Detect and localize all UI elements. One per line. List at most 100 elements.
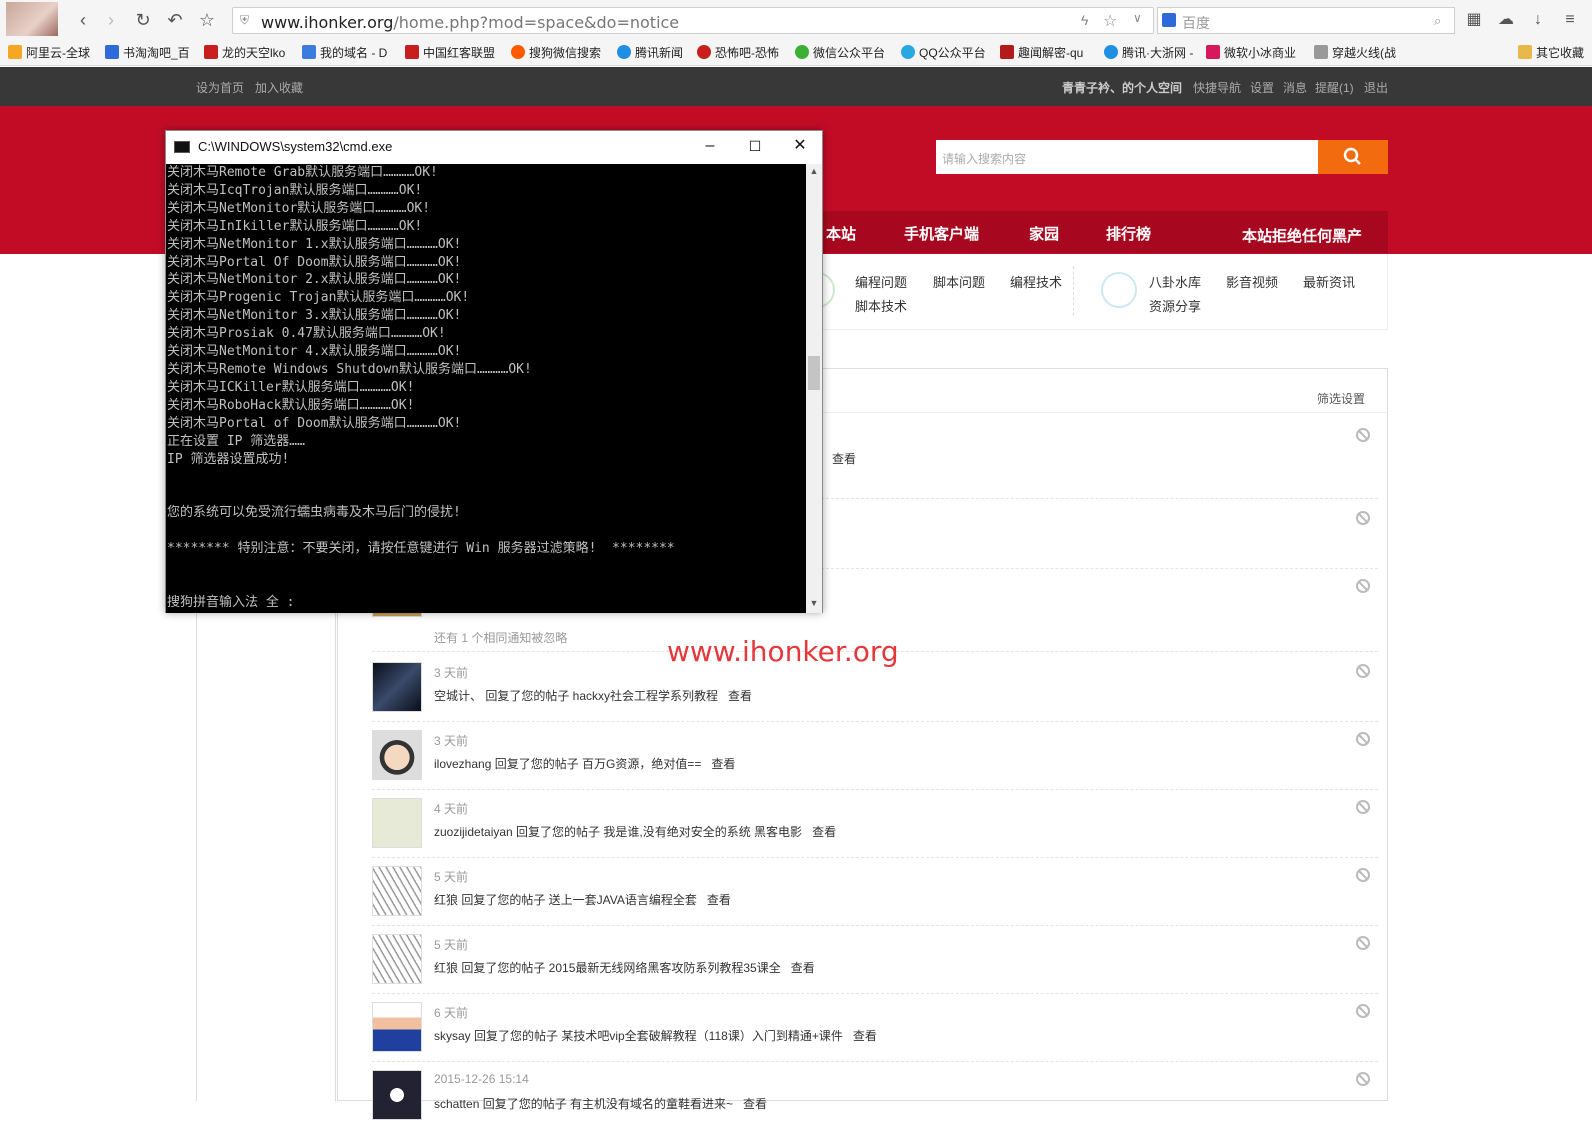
avatar[interactable] (372, 866, 422, 916)
avatar[interactable] (372, 1070, 422, 1120)
bookmark-item[interactable]: 微信公众平台 (795, 44, 885, 61)
bookmark-label: 穿越火线(战 (1332, 46, 1396, 60)
ignore-icon[interactable] (1356, 579, 1370, 593)
cloud-icon[interactable]: ☁ (1496, 10, 1516, 30)
view-link[interactable]: 查看 (791, 961, 815, 975)
ignore-icon[interactable] (1356, 732, 1370, 746)
ignore-icon[interactable] (1356, 511, 1370, 525)
cmd-window[interactable]: C:\WINDOWS\system32\cmd.exe – ☐ ✕ 关闭木马Re… (165, 130, 823, 613)
bookmark-item[interactable]: QQ公众平台 (901, 44, 986, 61)
avatar[interactable] (372, 798, 422, 848)
console-line: 关闭木马RoboHack默认服务端口…………OK! (167, 397, 415, 413)
category-link[interactable]: 脚本技术 (855, 296, 907, 315)
view-link[interactable]: 查看 (832, 450, 856, 467)
scroll-down-icon[interactable]: ▼ (808, 598, 820, 608)
ignore-icon[interactable] (1356, 428, 1370, 442)
avatar[interactable] (372, 934, 422, 984)
view-link[interactable]: 查看 (853, 1029, 877, 1043)
nav-item-home[interactable]: 家园 (1029, 223, 1059, 244)
nav-item-site[interactable]: 本站 (826, 223, 856, 244)
category-link[interactable]: 编程技术 (1010, 272, 1062, 291)
close-icon[interactable]: ✕ (789, 135, 811, 157)
scroll-up-icon[interactable]: ▲ (808, 166, 820, 176)
console-line: 关闭木马Prosiak 0.47默认服务端口…………OK! (167, 326, 446, 342)
category-link[interactable]: 编程问题 (855, 272, 907, 291)
site-info-icon[interactable]: ⛨ (240, 13, 249, 28)
set-homepage-link[interactable]: 设为首页 (196, 79, 244, 96)
user-space-link[interactable]: 青青子衿、的个人空间 (1062, 79, 1182, 96)
view-link[interactable]: 查看 (728, 689, 752, 703)
favorite-star-icon[interactable]: ☆ (1103, 11, 1117, 31)
bookmark-item[interactable]: 微软小冰商业 (1206, 44, 1296, 61)
nav-item-ranking[interactable]: 排行榜 (1106, 223, 1151, 244)
view-link[interactable]: 查看 (812, 825, 836, 839)
lightning-icon[interactable]: ϟ (1081, 12, 1088, 28)
avatar[interactable] (372, 1002, 422, 1052)
bookmark-item[interactable]: 书淘淘吧_百 (105, 44, 190, 61)
filter-settings-link[interactable]: 筛选设置 (1317, 390, 1365, 407)
nav-item-mobile[interactable]: 手机客户端 (904, 223, 979, 244)
bookmark-item[interactable]: 穿越火线(战 (1314, 44, 1396, 61)
ignore-icon[interactable] (1356, 868, 1370, 882)
view-link[interactable]: 查看 (743, 1097, 767, 1111)
notice-item: 2015-12-26 15:14 schatten 回复了您的帖子 有主机没有域… (372, 1062, 1378, 1130)
add-favorite-link[interactable]: 加入收藏 (255, 79, 303, 96)
back-icon[interactable]: ‹ (72, 9, 94, 31)
site-search-button[interactable] (1318, 140, 1388, 174)
logout-link[interactable]: 退出 (1364, 79, 1388, 96)
bookmark-item[interactable]: 腾讯新闻 (617, 44, 683, 61)
avatar[interactable] (372, 730, 422, 780)
forward-icon[interactable]: › (100, 9, 122, 31)
bookmark-item[interactable]: 搜狗微信搜索 (511, 44, 601, 61)
bookmark-item[interactable]: 腾讯·大浙网 - (1104, 44, 1193, 61)
cmd-scrollbar[interactable]: ▲ ▼ (806, 164, 822, 613)
site-search-input[interactable]: 请输入搜索内容 (936, 140, 1318, 174)
category-link[interactable]: 资源分享 (1149, 296, 1201, 315)
category-link[interactable]: 影音视频 (1226, 272, 1278, 291)
messages-link[interactable]: 消息 (1283, 79, 1307, 96)
cmd-titlebar[interactable]: C:\WINDOWS\system32\cmd.exe – ☐ ✕ (166, 131, 822, 163)
quick-nav-link[interactable]: 快捷导航 (1193, 79, 1241, 96)
site-topbar: 设为首页 加入收藏 青青子衿、的个人空间 快捷导航 设置 消息 提醒(1) 退出 (0, 67, 1592, 106)
notice-message: skysay 回复了您的帖子 某技术吧vip全套破解教程（118课）入门到精通+… (434, 1029, 843, 1043)
bookmark-item[interactable]: 趣闻解密-qu (1000, 44, 1083, 61)
category-link[interactable]: 最新资讯 (1303, 272, 1355, 291)
bookmark-label: 微信公众平台 (813, 46, 886, 60)
bookmark-item[interactable]: 恐怖吧-恐怖 (697, 44, 779, 61)
settings-link[interactable]: 设置 (1250, 79, 1274, 96)
category-link[interactable]: 八卦水库 (1149, 272, 1201, 291)
profile-avatar[interactable] (6, 2, 58, 36)
undo-icon[interactable]: ↶ (164, 9, 186, 31)
other-bookmarks[interactable]: 其它收藏 (1518, 44, 1584, 61)
reminders-link[interactable]: 提醒(1) (1315, 79, 1354, 96)
address-bar[interactable]: ⛨ www.ihonker.org/home.php?mod=space&do=… (232, 7, 1154, 34)
bookmark-item[interactable]: 我的域名 - D (302, 44, 387, 61)
category-link[interactable]: 脚本问题 (933, 272, 985, 291)
download-icon[interactable]: ↓ (1528, 10, 1548, 30)
reload-icon[interactable]: ↻ (132, 9, 154, 31)
notice-message: 红狼 回复了您的帖子 2015最新无线网络黑客攻防系列教程35课全 (434, 961, 781, 975)
ignore-icon[interactable] (1356, 664, 1370, 678)
menu-icon[interactable]: ≡ (1560, 10, 1580, 30)
maximize-icon[interactable]: ☐ (744, 135, 766, 157)
bookmark-item[interactable]: 阿里云-全球 (8, 44, 90, 61)
search-icon[interactable]: ⌕ (1434, 13, 1441, 29)
bookmark-item[interactable]: 中国红客联盟 (405, 44, 495, 61)
dropdown-chevron-icon[interactable]: ∨ (1133, 11, 1142, 25)
ignore-icon[interactable] (1356, 800, 1370, 814)
ignore-icon[interactable] (1356, 1004, 1370, 1018)
scroll-thumb[interactable] (808, 356, 820, 390)
ignore-icon[interactable] (1356, 1072, 1370, 1086)
ignore-icon[interactable] (1356, 936, 1370, 950)
browser-search-box[interactable]: 百度 ⌕ (1157, 7, 1455, 34)
apps-grid-icon[interactable]: ▦ (1464, 10, 1484, 30)
view-link[interactable]: 查看 (711, 757, 735, 771)
console-output[interactable]: 关闭木马Remote Grab默认服务端口…………OK! 关闭木马IcqTroja… (166, 164, 806, 613)
bookmark-star-icon[interactable]: ☆ (196, 9, 218, 31)
bookmark-item[interactable]: 龙的天空lko (204, 44, 285, 61)
avatar[interactable] (372, 662, 422, 712)
minimize-icon[interactable]: – (699, 135, 721, 157)
view-link[interactable]: 查看 (707, 893, 731, 907)
bookmark-favicon (1104, 45, 1118, 59)
